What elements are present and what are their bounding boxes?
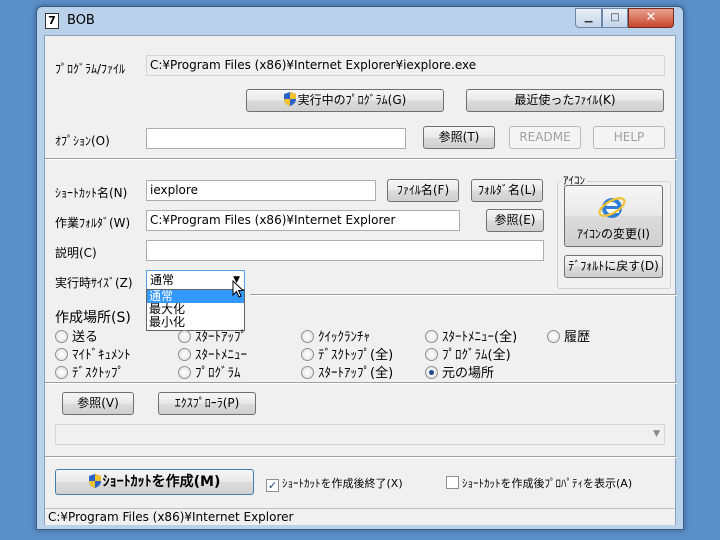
description-label: 説明(C) [55,246,97,260]
radio-original-location[interactable]: 元の場所 [425,362,495,381]
maximize-icon[interactable]: □ [602,8,628,28]
status-bar: C:¥Program Files (x86)¥Internet Explorer [45,508,675,525]
foldername-button[interactable]: ﾌｫﾙﾀﾞ名(L) [471,179,543,202]
options-input[interactable] [146,128,406,149]
radio-button-icon [55,330,68,343]
radio-sendto[interactable]: 送る [55,326,99,345]
separator [250,294,677,296]
radio-startmenu[interactable]: ｽﾀｰﾄﾒﾆｭｰ [178,344,247,363]
internet-explorer-icon [598,197,626,218]
radio-button-icon [425,348,438,361]
radio-label: ﾌﾟﾛｸﾞﾗﾑ [195,366,241,381]
run-size-dropdown[interactable]: 通常 最大化 最小化 [146,289,245,331]
radio-button-icon [301,348,314,361]
radio-label: ﾏｲﾄﾞｷｭﾒﾝﾄ [72,348,131,363]
location-browse-button[interactable]: 参照(V) [62,392,134,415]
radio-button-icon [178,366,191,379]
description-input[interactable] [146,240,544,261]
radio-desktop-all[interactable]: ﾃﾞｽｸﾄｯﾌﾟ(全) [301,344,394,363]
close-icon[interactable]: ✕ [628,8,674,28]
radio-startmenu-all[interactable]: ｽﾀｰﾄﾒﾆｭｰ(全) [425,326,518,345]
program-label: ﾌﾟﾛｸﾞﾗﾑ/ﾌｧｲﾙ [55,62,126,76]
radio-label: ｽﾀｰﾄｱｯﾌﾟ(全) [318,366,394,381]
run-size-label: 実行時ｻｲｽﾞ(Z) [55,276,133,290]
explorer-button[interactable]: ｴｸｽﾌﾟﾛｰﾗ(P) [158,392,256,415]
help-button[interactable]: HELP [593,126,665,149]
radio-programs[interactable]: ﾌﾟﾛｸﾞﾗﾑ [178,362,241,381]
app-window: 7 BOB ▁ □ ✕ ﾌﾟﾛｸﾞﾗﾑ/ﾌｧｲﾙ C:¥Program File… [36,6,684,530]
program-path-field[interactable]: C:¥Program Files (x86)¥Internet Explorer… [146,55,665,76]
radio-label: 履歴 [564,330,591,345]
create-shortcut-button[interactable]: ｼｮｰﾄｶｯﾄを作成(M) [55,469,254,495]
location-path-combo[interactable]: ▼ [55,424,665,445]
location-label: 作成場所(S) [55,310,131,326]
separator [45,456,677,458]
checkbox-icon [446,476,459,489]
radio-startup-all[interactable]: ｽﾀｰﾄｱｯﾌﾟ(全) [301,362,394,381]
show-properties-label: ｼｮｰﾄｶｯﾄを作成後ﾌﾟﾛﾊﾟﾃｨを表示(A) [462,477,633,490]
radio-desktop[interactable]: ﾃﾞｽｸﾄｯﾌﾟ [55,362,124,381]
mouse-cursor-icon [232,280,245,298]
show-properties-checkbox[interactable]: ｼｮｰﾄｶｯﾄを作成後ﾌﾟﾛﾊﾟﾃｨを表示(A) [446,475,632,491]
create-shortcut-label: ｼｮｰﾄｶｯﾄを作成(M) [102,474,221,490]
radio-button-icon [301,330,314,343]
checkbox-checked-icon: ✓ [266,479,279,492]
running-programs-label: 実行中のﾌﾟﾛｸﾞﾗﾑ(G) [297,93,407,107]
app-icon: 7 [45,13,59,29]
radio-button-icon [425,330,438,343]
radio-button-checked-icon [425,366,438,379]
workdir-browse-button[interactable]: 参照(E) [486,209,544,232]
radio-label: 送る [72,330,99,345]
radio-label: ｽﾀｰﾄﾒﾆｭｰ(全) [442,330,518,345]
shortcut-name-input[interactable]: iexplore [146,180,376,201]
filename-button[interactable]: ﾌｧｲﾙ名(F) [387,179,459,202]
radio-history[interactable]: 履歴 [547,326,591,345]
radio-mydocuments[interactable]: ﾏｲﾄﾞｷｭﾒﾝﾄ [55,344,131,363]
options-label: ｵﾌﾟｼｮﾝ(O) [55,134,110,148]
readme-button[interactable]: README [509,126,581,149]
shortcut-name-label: ｼｮｰﾄｶｯﾄ名(N) [55,186,128,200]
window-title: BOB [67,13,95,28]
workdir-input[interactable]: C:¥Program Files (x86)¥Internet Explorer [146,210,460,231]
radio-button-icon [547,330,560,343]
radio-programs-all[interactable]: ﾌﾟﾛｸﾞﾗﾑ(全) [425,344,511,363]
radio-label: ｸｲｯｸﾗﾝﾁｬ [318,330,370,345]
exit-after-create-checkbox[interactable]: ✓ ｼｮｰﾄｶｯﾄを作成後終了(X) [266,475,403,492]
minimize-icon[interactable]: ▁ [575,8,602,28]
radio-button-icon [55,348,68,361]
title-bar[interactable]: 7 BOB ▁ □ ✕ [37,7,683,35]
radio-quicklaunch[interactable]: ｸｲｯｸﾗﾝﾁｬ [301,326,370,345]
options-browse-button[interactable]: 参照(T) [423,126,495,149]
radio-label: 元の場所 [442,366,495,381]
radio-startup[interactable]: ｽﾀｰﾄｱｯﾌﾟ [178,326,247,345]
change-icon-button[interactable]: ｱｲｺﾝの変更(I) [564,185,663,247]
reset-default-icon-button[interactable]: ﾃﾞﾌｫﾙﾄに戻す(D) [564,255,663,278]
workdir-label: 作業ﾌｫﾙﾀﾞ(W) [55,216,131,230]
radio-button-icon [178,348,191,361]
chevron-down-icon: ▼ [653,429,660,439]
recent-files-button[interactable]: 最近使ったﾌｧｲﾙ(K) [466,89,664,112]
radio-button-icon [301,366,314,379]
radio-label: ﾃﾞｽｸﾄｯﾌﾟ [72,366,124,381]
change-icon-label: ｱｲｺﾝの変更(I) [577,227,650,241]
radio-label: ﾃﾞｽｸﾄｯﾌﾟ(全) [318,348,394,363]
shield-icon [88,474,101,488]
radio-button-icon [178,330,191,343]
radio-button-icon [55,366,68,379]
radio-label: ｽﾀｰﾄｱｯﾌﾟ [195,330,247,345]
run-size-selected: 通常 [150,273,175,287]
client-area: ﾌﾟﾛｸﾞﾗﾑ/ﾌｧｲﾙ C:¥Program Files (x86)¥Inte… [44,35,677,525]
separator [45,158,677,160]
separator [45,382,677,384]
shield-icon [283,92,296,106]
radio-label: ｽﾀｰﾄﾒﾆｭｰ [195,348,247,363]
radio-label: ﾌﾟﾛｸﾞﾗﾑ(全) [442,348,511,363]
run-size-select[interactable]: 通常 ▼ [146,270,245,290]
running-programs-button[interactable]: 実行中のﾌﾟﾛｸﾞﾗﾑ(G) [246,89,444,112]
exit-after-create-label: ｼｮｰﾄｶｯﾄを作成後終了(X) [282,477,403,490]
